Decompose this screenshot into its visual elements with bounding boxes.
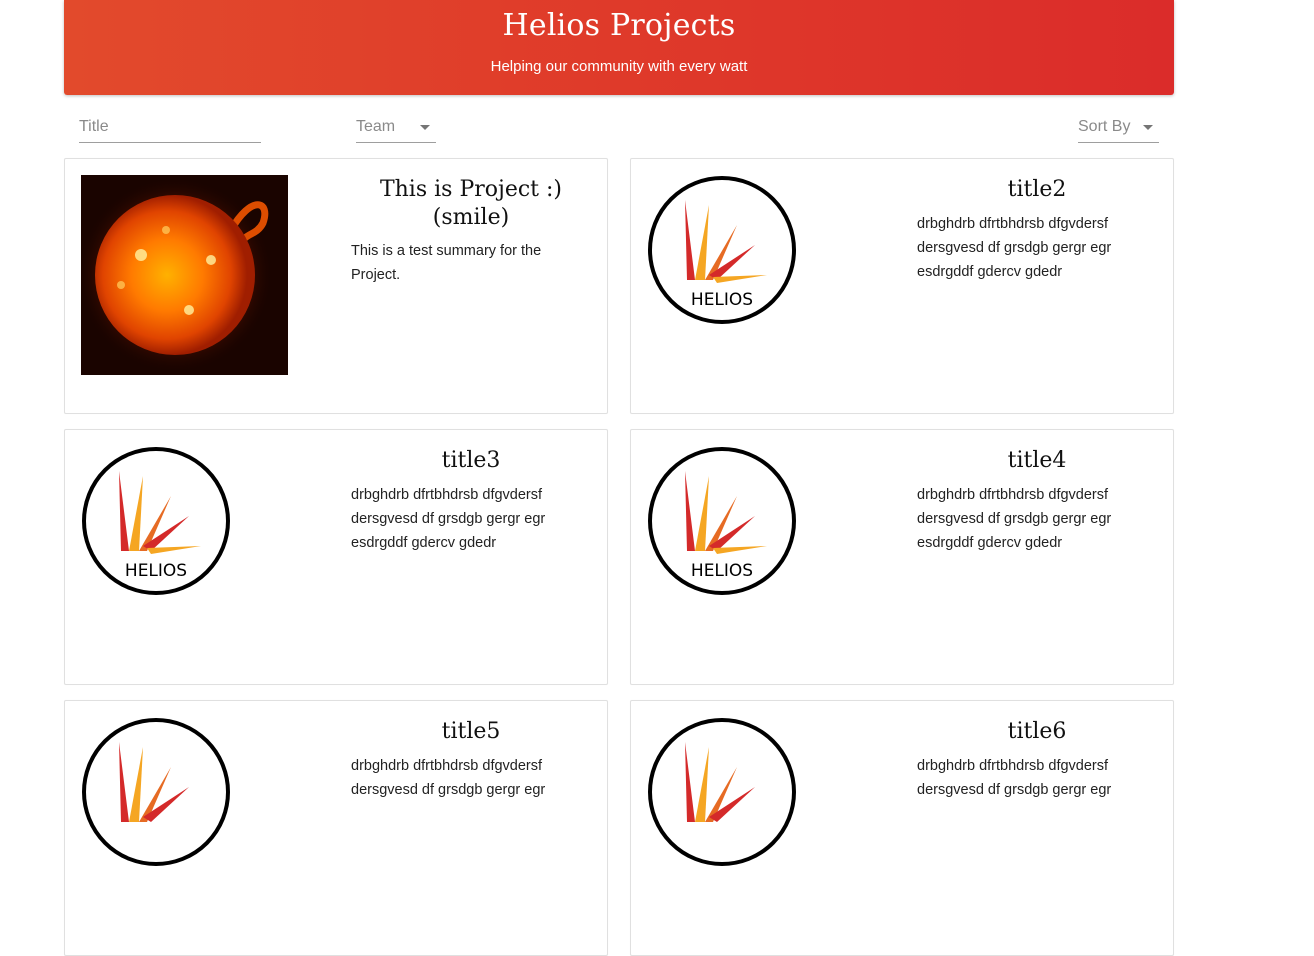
project-summary: drbghdrb dfrtbhdrsb dfgvdersf dersgvesd … [917, 758, 1112, 798]
logo-text: HELIOS [125, 561, 187, 581]
project-card[interactable]: HELIOS title4 drbghdrb dfrtbhdrsb dfgvde… [630, 429, 1174, 685]
page-title: Helios Projects [502, 8, 736, 43]
chevron-down-icon [420, 125, 430, 130]
project-card[interactable]: HELIOS title2 drbghdrb dfrtbhdrsb dfgvde… [630, 158, 1174, 414]
title-filter-placeholder: Title [79, 118, 109, 135]
logo-text: HELIOS [691, 290, 753, 310]
project-summary: drbghdrb dfrtbhdrsb dfgvdersf dersgvesd … [351, 487, 546, 551]
project-card[interactable]: This is Project :) (smile) This is a tes… [64, 158, 608, 414]
sort-by-select[interactable]: Sort By [1078, 110, 1159, 143]
sun-photo [81, 175, 288, 375]
project-summary: drbghdrb dfrtbhdrsb dfgvdersf dersgvesd … [351, 758, 546, 798]
helios-logo-icon [648, 718, 796, 866]
page-header: Helios Projects Helping our community wi… [64, 0, 1174, 95]
helios-logo-icon [82, 718, 230, 866]
logo-text: HELIOS [691, 561, 753, 581]
helios-logo-icon: HELIOS [648, 447, 796, 595]
team-select-label: Team [356, 118, 396, 135]
project-card[interactable]: HELIOS title3 drbghdrb dfrtbhdrsb dfgvde… [64, 429, 608, 685]
chevron-down-icon [1143, 125, 1153, 130]
project-summary: This is a test summary for the Project. [351, 243, 542, 283]
project-title[interactable]: title5 [371, 718, 571, 746]
project-title[interactable]: title2 [937, 176, 1137, 204]
team-select[interactable]: Team [356, 110, 436, 143]
project-title[interactable]: This is Project :) (smile) [371, 176, 571, 232]
helios-logo-icon: HELIOS [82, 447, 230, 595]
project-summary: drbghdrb dfrtbhdrsb dfgvdersf dersgvesd … [917, 216, 1112, 280]
project-card[interactable]: title6 drbghdrb dfrtbhdrsb dfgvdersf der… [630, 700, 1174, 956]
project-summary: drbghdrb dfrtbhdrsb dfgvdersf dersgvesd … [917, 487, 1112, 551]
sort-by-label: Sort By [1078, 118, 1131, 135]
project-title[interactable]: title4 [937, 447, 1137, 475]
page-subtitle: Helping our community with every watt [490, 58, 748, 75]
project-title[interactable]: title3 [371, 447, 571, 475]
project-card[interactable]: title5 drbghdrb dfrtbhdrsb dfgvdersf der… [64, 700, 608, 956]
helios-logo-icon: HELIOS [648, 176, 796, 324]
project-title[interactable]: title6 [937, 718, 1137, 746]
title-filter-input[interactable]: Title [79, 110, 261, 143]
